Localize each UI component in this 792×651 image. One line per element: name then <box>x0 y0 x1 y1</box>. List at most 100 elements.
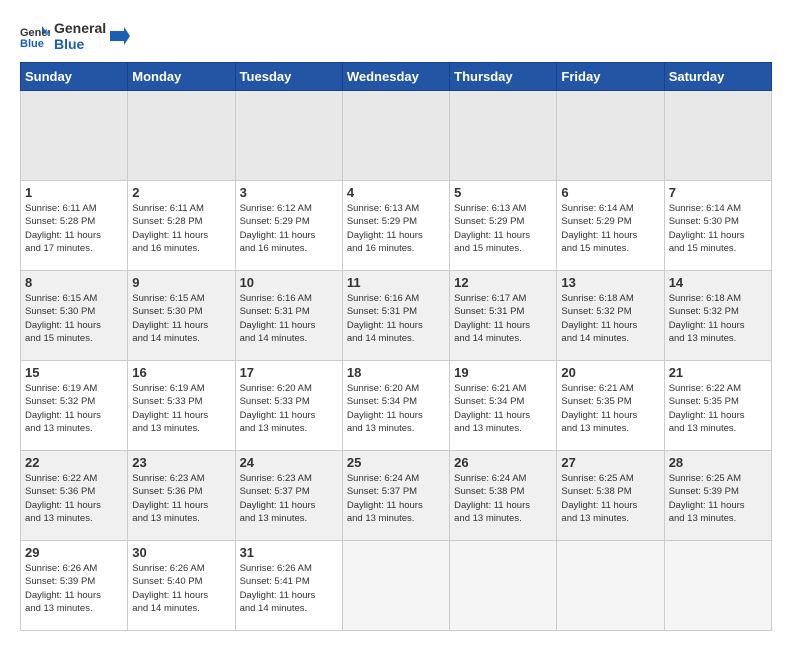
day-info: Sunrise: 6:18 AMSunset: 5:32 PMDaylight:… <box>669 292 767 345</box>
column-header-sunday: Sunday <box>21 63 128 91</box>
day-info: Sunrise: 6:22 AMSunset: 5:36 PMDaylight:… <box>25 472 123 525</box>
page-header: General Blue General Blue <box>20 20 772 52</box>
calendar-cell: 1 Sunrise: 6:11 AMSunset: 5:28 PMDayligh… <box>21 181 128 271</box>
day-number: 28 <box>669 455 767 470</box>
calendar-cell: 2 Sunrise: 6:11 AMSunset: 5:28 PMDayligh… <box>128 181 235 271</box>
calendar-cell: 19 Sunrise: 6:21 AMSunset: 5:34 PMDaylig… <box>450 361 557 451</box>
calendar-cell: 10 Sunrise: 6:16 AMSunset: 5:31 PMDaylig… <box>235 271 342 361</box>
calendar-cell: 13 Sunrise: 6:18 AMSunset: 5:32 PMDaylig… <box>557 271 664 361</box>
day-info: Sunrise: 6:16 AMSunset: 5:31 PMDaylight:… <box>240 292 338 345</box>
calendar-cell: 14 Sunrise: 6:18 AMSunset: 5:32 PMDaylig… <box>664 271 771 361</box>
day-info: Sunrise: 6:26 AMSunset: 5:40 PMDaylight:… <box>132 562 230 615</box>
day-info: Sunrise: 6:20 AMSunset: 5:33 PMDaylight:… <box>240 382 338 435</box>
day-info: Sunrise: 6:24 AMSunset: 5:37 PMDaylight:… <box>347 472 445 525</box>
calendar-cell: 3 Sunrise: 6:12 AMSunset: 5:29 PMDayligh… <box>235 181 342 271</box>
day-number: 14 <box>669 275 767 290</box>
calendar-header-row: SundayMondayTuesdayWednesdayThursdayFrid… <box>21 63 772 91</box>
column-header-saturday: Saturday <box>664 63 771 91</box>
calendar-week-row: 22 Sunrise: 6:22 AMSunset: 5:36 PMDaylig… <box>21 451 772 541</box>
calendar-cell <box>450 91 557 181</box>
calendar-cell: 4 Sunrise: 6:13 AMSunset: 5:29 PMDayligh… <box>342 181 449 271</box>
day-number: 9 <box>132 275 230 290</box>
day-info: Sunrise: 6:19 AMSunset: 5:33 PMDaylight:… <box>132 382 230 435</box>
day-info: Sunrise: 6:11 AMSunset: 5:28 PMDaylight:… <box>132 202 230 255</box>
column-header-wednesday: Wednesday <box>342 63 449 91</box>
calendar-table: SundayMondayTuesdayWednesdayThursdayFrid… <box>20 62 772 631</box>
logo-icon: General Blue <box>20 24 50 48</box>
day-info: Sunrise: 6:13 AMSunset: 5:29 PMDaylight:… <box>454 202 552 255</box>
day-info: Sunrise: 6:26 AMSunset: 5:41 PMDaylight:… <box>240 562 338 615</box>
day-number: 6 <box>561 185 659 200</box>
day-info: Sunrise: 6:15 AMSunset: 5:30 PMDaylight:… <box>25 292 123 345</box>
day-info: Sunrise: 6:23 AMSunset: 5:36 PMDaylight:… <box>132 472 230 525</box>
day-number: 10 <box>240 275 338 290</box>
day-info: Sunrise: 6:14 AMSunset: 5:30 PMDaylight:… <box>669 202 767 255</box>
day-info: Sunrise: 6:13 AMSunset: 5:29 PMDaylight:… <box>347 202 445 255</box>
day-info: Sunrise: 6:15 AMSunset: 5:30 PMDaylight:… <box>132 292 230 345</box>
calendar-cell: 16 Sunrise: 6:19 AMSunset: 5:33 PMDaylig… <box>128 361 235 451</box>
day-number: 29 <box>25 545 123 560</box>
calendar-cell <box>21 91 128 181</box>
calendar-cell: 23 Sunrise: 6:23 AMSunset: 5:36 PMDaylig… <box>128 451 235 541</box>
day-number: 24 <box>240 455 338 470</box>
day-number: 4 <box>347 185 445 200</box>
day-info: Sunrise: 6:16 AMSunset: 5:31 PMDaylight:… <box>347 292 445 345</box>
calendar-cell <box>664 541 771 631</box>
calendar-cell: 11 Sunrise: 6:16 AMSunset: 5:31 PMDaylig… <box>342 271 449 361</box>
day-number: 7 <box>669 185 767 200</box>
calendar-cell: 17 Sunrise: 6:20 AMSunset: 5:33 PMDaylig… <box>235 361 342 451</box>
day-info: Sunrise: 6:25 AMSunset: 5:39 PMDaylight:… <box>669 472 767 525</box>
day-info: Sunrise: 6:18 AMSunset: 5:32 PMDaylight:… <box>561 292 659 345</box>
day-info: Sunrise: 6:21 AMSunset: 5:35 PMDaylight:… <box>561 382 659 435</box>
calendar-cell <box>128 91 235 181</box>
day-number: 27 <box>561 455 659 470</box>
calendar-cell: 12 Sunrise: 6:17 AMSunset: 5:31 PMDaylig… <box>450 271 557 361</box>
day-number: 18 <box>347 365 445 380</box>
calendar-cell <box>342 91 449 181</box>
calendar-cell: 30 Sunrise: 6:26 AMSunset: 5:40 PMDaylig… <box>128 541 235 631</box>
calendar-cell: 15 Sunrise: 6:19 AMSunset: 5:32 PMDaylig… <box>21 361 128 451</box>
day-number: 16 <box>132 365 230 380</box>
day-number: 8 <box>25 275 123 290</box>
calendar-cell <box>557 541 664 631</box>
calendar-week-row: 1 Sunrise: 6:11 AMSunset: 5:28 PMDayligh… <box>21 181 772 271</box>
day-number: 31 <box>240 545 338 560</box>
calendar-cell: 21 Sunrise: 6:22 AMSunset: 5:35 PMDaylig… <box>664 361 771 451</box>
calendar-cell: 31 Sunrise: 6:26 AMSunset: 5:41 PMDaylig… <box>235 541 342 631</box>
day-info: Sunrise: 6:26 AMSunset: 5:39 PMDaylight:… <box>25 562 123 615</box>
calendar-week-row: 8 Sunrise: 6:15 AMSunset: 5:30 PMDayligh… <box>21 271 772 361</box>
calendar-cell: 7 Sunrise: 6:14 AMSunset: 5:30 PMDayligh… <box>664 181 771 271</box>
day-number: 26 <box>454 455 552 470</box>
logo-general-text: General <box>54 20 106 36</box>
day-info: Sunrise: 6:17 AMSunset: 5:31 PMDaylight:… <box>454 292 552 345</box>
column-header-friday: Friday <box>557 63 664 91</box>
svg-text:Blue: Blue <box>20 38 44 48</box>
calendar-cell: 18 Sunrise: 6:20 AMSunset: 5:34 PMDaylig… <box>342 361 449 451</box>
day-number: 30 <box>132 545 230 560</box>
calendar-cell: 27 Sunrise: 6:25 AMSunset: 5:38 PMDaylig… <box>557 451 664 541</box>
day-info: Sunrise: 6:12 AMSunset: 5:29 PMDaylight:… <box>240 202 338 255</box>
day-info: Sunrise: 6:20 AMSunset: 5:34 PMDaylight:… <box>347 382 445 435</box>
day-number: 5 <box>454 185 552 200</box>
calendar-cell <box>557 91 664 181</box>
calendar-cell: 26 Sunrise: 6:24 AMSunset: 5:38 PMDaylig… <box>450 451 557 541</box>
logo-arrow-icon <box>110 26 130 46</box>
day-info: Sunrise: 6:25 AMSunset: 5:38 PMDaylight:… <box>561 472 659 525</box>
day-number: 17 <box>240 365 338 380</box>
logo-blue-text: Blue <box>54 36 106 52</box>
calendar-cell: 24 Sunrise: 6:23 AMSunset: 5:37 PMDaylig… <box>235 451 342 541</box>
calendar-cell: 20 Sunrise: 6:21 AMSunset: 5:35 PMDaylig… <box>557 361 664 451</box>
calendar-cell <box>235 91 342 181</box>
day-number: 21 <box>669 365 767 380</box>
day-number: 19 <box>454 365 552 380</box>
day-number: 22 <box>25 455 123 470</box>
calendar-week-row: 29 Sunrise: 6:26 AMSunset: 5:39 PMDaylig… <box>21 541 772 631</box>
day-number: 11 <box>347 275 445 290</box>
day-number: 3 <box>240 185 338 200</box>
day-info: Sunrise: 6:21 AMSunset: 5:34 PMDaylight:… <box>454 382 552 435</box>
calendar-week-row: 15 Sunrise: 6:19 AMSunset: 5:32 PMDaylig… <box>21 361 772 451</box>
day-number: 25 <box>347 455 445 470</box>
day-info: Sunrise: 6:11 AMSunset: 5:28 PMDaylight:… <box>25 202 123 255</box>
day-number: 13 <box>561 275 659 290</box>
calendar-cell <box>664 91 771 181</box>
